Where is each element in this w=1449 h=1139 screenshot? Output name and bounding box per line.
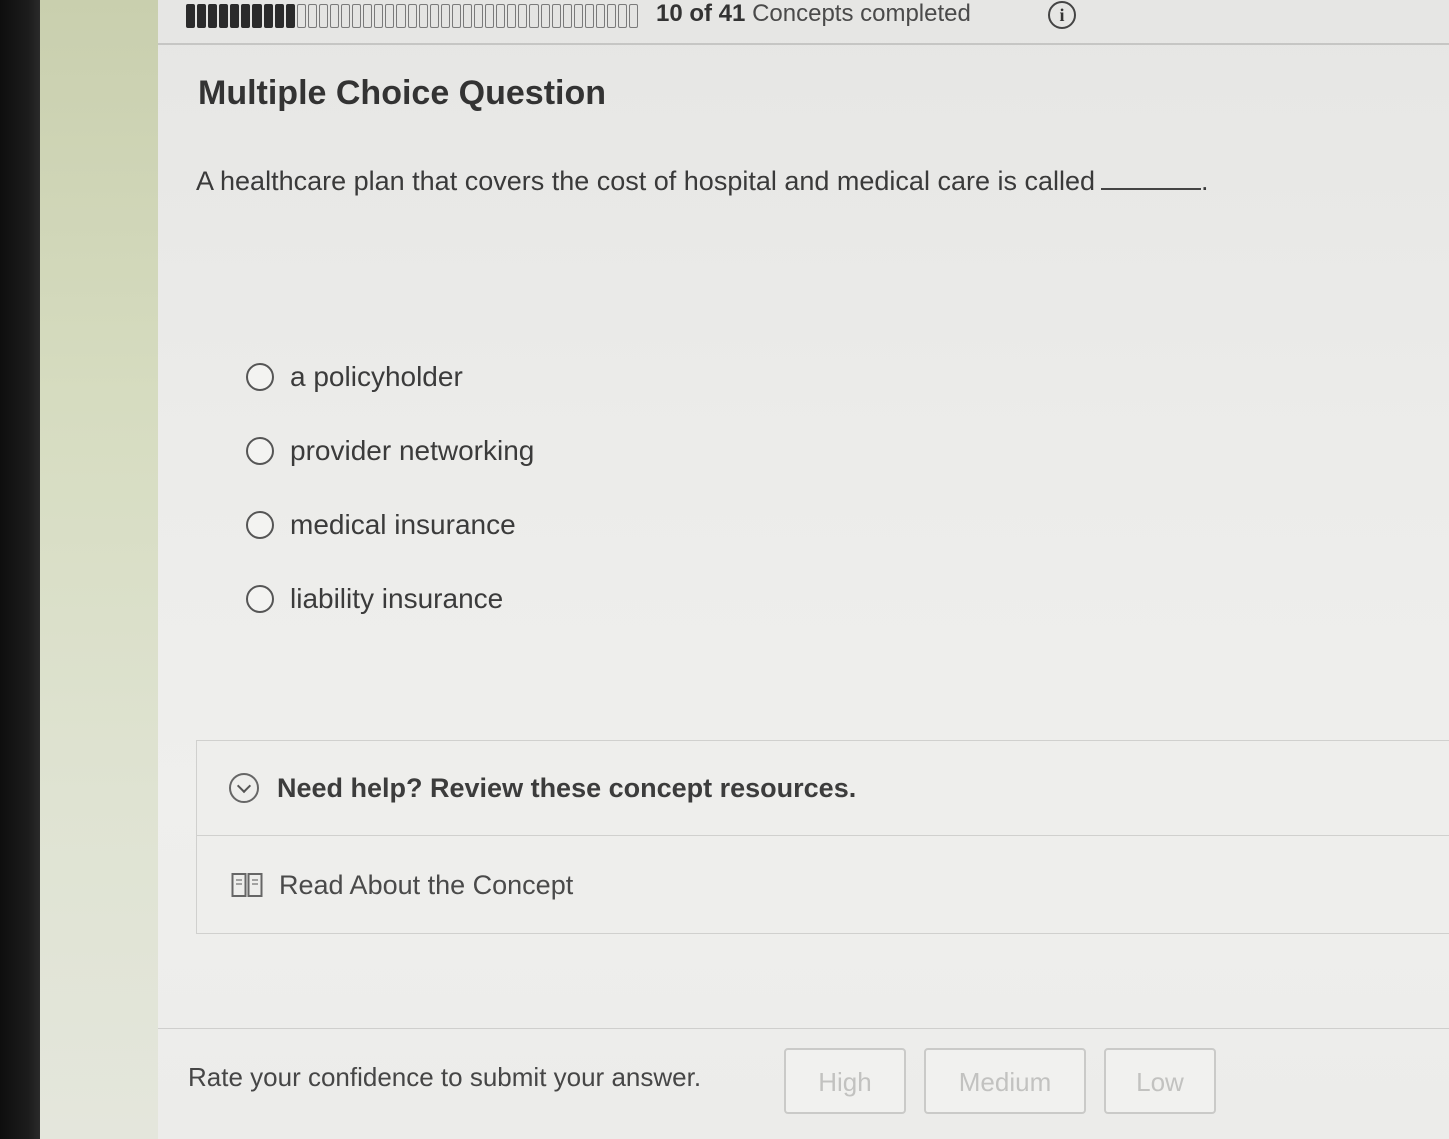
progress-segment [307, 4, 317, 28]
radio-button[interactable] [246, 511, 274, 539]
progress-segment [341, 4, 351, 28]
progress-segment [285, 4, 295, 28]
progress-segment [474, 4, 484, 28]
left-margin [40, 0, 158, 1139]
question-prompt: A healthcare plan that covers the cost o… [196, 166, 1209, 197]
progress-segment [485, 4, 495, 28]
answer-option[interactable]: a policyholder [246, 340, 534, 414]
progress-segment [540, 4, 550, 28]
progress-segment [252, 4, 262, 28]
concept-resources-panel: Need help? Review these concept resource… [196, 740, 1449, 934]
progress-suffix: Concepts completed [752, 0, 971, 27]
progress-segment [396, 4, 406, 28]
screen-bezel [0, 0, 40, 1139]
confidence-medium-button[interactable]: Medium [924, 1048, 1086, 1114]
progress-segment [595, 4, 605, 28]
radio-button[interactable] [246, 585, 274, 613]
question-panel: 10 of 41 Concepts completed i Multiple C… [158, 0, 1449, 1139]
answer-option-label: medical insurance [290, 509, 516, 540]
progress-count: 10 of 41 [656, 0, 746, 27]
progress-bar [186, 4, 639, 28]
progress-segment [274, 4, 284, 28]
progress-segment [562, 4, 572, 28]
progress-segment [186, 4, 196, 28]
progress-segment [496, 4, 506, 28]
progress-segment [330, 4, 340, 28]
progress-segment [208, 4, 218, 28]
read-about-concept-label: Read About the Concept [279, 869, 574, 900]
progress-segment [241, 4, 251, 28]
footer-divider [158, 1028, 1449, 1029]
question-prompt-text: A healthcare plan that covers the cost o… [196, 166, 1096, 196]
progress-segment [518, 4, 528, 28]
info-icon[interactable]: i [1048, 1, 1076, 29]
answer-option[interactable]: medical insurance [246, 488, 534, 562]
progress-segment [352, 4, 362, 28]
answer-option-label: provider networking [290, 435, 535, 466]
progress-segment [197, 4, 207, 28]
answer-option-label: a policyholder [290, 361, 463, 392]
progress-segment [296, 4, 306, 28]
progress-segment [573, 4, 583, 28]
confidence-low-button[interactable]: Low [1104, 1048, 1216, 1114]
concept-resources-toggle[interactable]: Need help? Review these concept resource… [197, 741, 1449, 836]
answer-option-label: liability insurance [290, 583, 504, 614]
progress-segment [429, 4, 439, 28]
progress-segment [629, 4, 639, 28]
progress-segment [318, 4, 329, 28]
progress-segment [407, 4, 417, 28]
progress-segment [385, 4, 395, 28]
answer-options: a policyholder provider networking medic… [246, 340, 534, 636]
progress-segment [462, 4, 473, 28]
question-type-title: Multiple Choice Question [198, 74, 607, 112]
progress-segment [529, 4, 539, 28]
progress-segment [374, 4, 384, 28]
progress-segment [618, 4, 628, 28]
progress-text: 10 of 41 Concepts completed [656, 0, 971, 28]
header-divider [158, 43, 1449, 45]
answer-option[interactable]: liability insurance [246, 562, 534, 636]
progress-segment [230, 4, 240, 28]
radio-button[interactable] [246, 363, 274, 391]
progress-segment [263, 4, 273, 28]
radio-button[interactable] [246, 437, 274, 465]
answer-blank [1101, 166, 1202, 190]
progress-header: 10 of 41 Concepts completed i [186, 0, 1186, 34]
progress-segment [363, 4, 373, 28]
progress-segment [451, 4, 461, 28]
progress-segment [584, 4, 594, 28]
progress-segment [507, 4, 517, 28]
progress-segment [440, 4, 450, 28]
progress-segment [219, 4, 229, 28]
progress-segment [551, 4, 561, 28]
book-icon [231, 873, 263, 897]
concept-resources-header: Need help? Review these concept resource… [277, 772, 857, 803]
answer-option[interactable]: provider networking [246, 414, 534, 488]
confidence-prompt: Rate your confidence to submit your answ… [188, 1062, 702, 1092]
read-about-concept-link[interactable]: Read About the Concept [197, 836, 1449, 934]
progress-segment [418, 4, 428, 28]
progress-segment [606, 4, 617, 28]
confidence-high-button[interactable]: High [784, 1048, 906, 1114]
chevron-down-circle-icon [229, 773, 259, 803]
question-prompt-end: . [1201, 166, 1209, 196]
